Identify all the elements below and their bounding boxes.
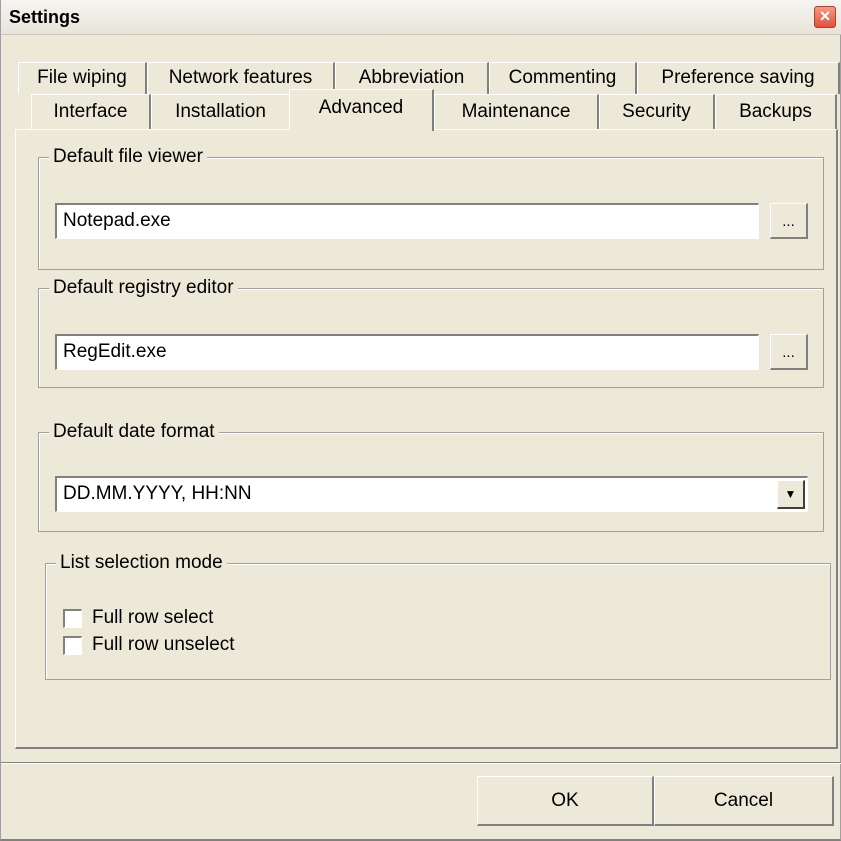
tab-backups[interactable]: Backups	[715, 94, 837, 129]
tab-maintenance[interactable]: Maintenance	[434, 94, 599, 129]
date-format-select[interactable]: DD.MM.YYYY, HH:NN ▼	[55, 476, 808, 512]
tab-installation[interactable]: Installation	[151, 94, 291, 129]
date-format-legend: Default date format	[49, 420, 219, 444]
file-viewer-legend: Default file viewer	[49, 145, 207, 169]
tab-preference-saving[interactable]: Preference saving	[637, 62, 840, 94]
date-format-selected-value: DD.MM.YYYY, HH:NN	[63, 483, 252, 504]
list-selection-group: List selection mode Full row select Full…	[45, 551, 831, 680]
cancel-button[interactable]: Cancel	[654, 776, 834, 826]
tab-commenting[interactable]: Commenting	[489, 62, 637, 94]
close-icon: ×	[819, 6, 831, 26]
file-viewer-group: Default file viewer Notepad.exe ...	[38, 145, 824, 270]
list-selection-legend: List selection mode	[56, 551, 227, 575]
tab-security[interactable]: Security	[599, 94, 715, 129]
full-row-select-checkbox[interactable]	[63, 609, 82, 628]
registry-editor-group: Default registry editor RegEdit.exe ...	[38, 276, 824, 388]
full-row-select-label: Full row select	[92, 607, 214, 628]
registry-editor-legend: Default registry editor	[49, 276, 238, 300]
close-button[interactable]: ×	[814, 6, 836, 28]
registry-editor-input[interactable]: RegEdit.exe	[55, 334, 759, 370]
tab-interface[interactable]: Interface	[31, 94, 151, 129]
full-row-unselect-checkbox[interactable]	[63, 636, 82, 655]
ok-button[interactable]: OK	[477, 776, 654, 826]
registry-editor-browse-button[interactable]: ...	[770, 334, 808, 370]
title-bar[interactable]: Settings ×	[1, 0, 841, 35]
full-row-unselect-label: Full row unselect	[92, 634, 235, 655]
date-format-group: Default date format DD.MM.YYYY, HH:NN ▼	[38, 420, 824, 532]
advanced-tab-panel: Default file viewer Notepad.exe ... Defa…	[15, 129, 838, 749]
file-viewer-input[interactable]: Notepad.exe	[55, 203, 759, 239]
settings-dialog: Settings × File wiping Network features …	[0, 0, 841, 841]
dropdown-arrow-button[interactable]: ▼	[777, 480, 805, 509]
tab-file-wiping[interactable]: File wiping	[18, 62, 147, 94]
tab-advanced[interactable]: Advanced	[289, 89, 434, 131]
window-title: Settings	[9, 7, 81, 27]
chevron-down-icon: ▼	[784, 487, 797, 501]
footer-separator	[1, 762, 841, 764]
file-viewer-browse-button[interactable]: ...	[770, 203, 808, 239]
